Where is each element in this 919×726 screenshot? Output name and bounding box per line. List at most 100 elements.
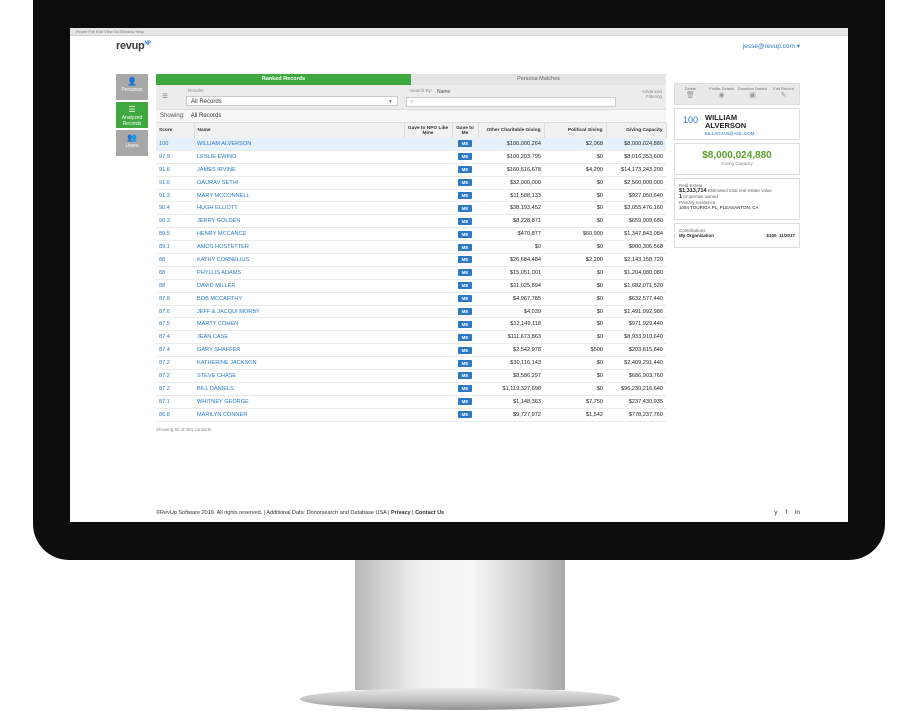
table-row[interactable]: 87.6 JEFF & JACQUI MORBY ME $4,039 $0 $1,491,… xyxy=(156,305,666,319)
cell-score: 87.6 xyxy=(156,305,194,319)
table-row[interactable]: 88 PHYLLIS ADAMS ME $15,051,001 $0 $1,204,080… xyxy=(156,266,666,280)
table-row[interactable]: 91.3 MARY MCCONNELL ME $11,588,133 $0 $927,05… xyxy=(156,189,666,203)
cell-name[interactable]: HENRY MCCANCE xyxy=(194,227,404,242)
menu-icon[interactable]: ≡ xyxy=(162,91,174,103)
sidebar-item-analyzed-records[interactable]: ☰ Analyzed Records xyxy=(116,102,148,128)
cell-name[interactable]: DAVID MILLER xyxy=(194,279,404,293)
contact-email[interactable]: BILLANJAN@AOL.COM xyxy=(705,131,754,136)
cell-name[interactable]: WHITNEY GEORGE xyxy=(194,395,404,409)
contact-us-link[interactable]: Contact Us xyxy=(415,510,444,516)
cell-gave-me: ME xyxy=(452,292,478,306)
tab-ranked-records[interactable]: Ranked Records xyxy=(156,74,411,85)
cell-giving-capacity: $927,050,640 xyxy=(606,189,666,203)
table-row[interactable]: 89.5 HENRY MCCANCE ME $470,877 $60,900 $1,347… xyxy=(156,227,666,242)
cell-name[interactable]: GARY SHAFFER xyxy=(194,343,404,358)
advanced-filtering-button[interactable]: Advanced Filtering xyxy=(640,89,662,99)
cell-giving-capacity: $632,577,440 xyxy=(606,292,666,306)
column-header-score[interactable]: Score xyxy=(156,123,195,138)
table-row[interactable]: 87.2 KATHERINE JACKSON ME $30,116,143 $0 $2,4… xyxy=(156,356,666,371)
cell-name[interactable]: BILL DANIELS xyxy=(194,382,404,396)
column-header-political-giving[interactable]: Political Giving xyxy=(544,123,607,138)
cell-name[interactable]: STEVE CHASE xyxy=(194,369,404,383)
social-links[interactable]: y f in xyxy=(774,509,800,516)
table-row[interactable]: 87.1 WHITNEY GEORGE ME $1,148,363 $7,750 $237… xyxy=(156,395,666,409)
cell-other-giving: $15,051,001 xyxy=(478,266,544,280)
gave-to-me-badge: ME xyxy=(457,179,473,187)
table-row[interactable]: 88 DAVID MILLER ME $11,025,894 $0 $1,682,071,… xyxy=(156,279,666,293)
cell-name[interactable]: MARY MCCONNELL xyxy=(194,189,404,203)
column-header-name[interactable]: Name xyxy=(194,123,405,138)
cell-gave-me: ME xyxy=(452,317,478,332)
cell-name[interactable]: MARTY COHEN xyxy=(194,317,404,332)
cell-name[interactable]: LESLIE EWING xyxy=(194,150,404,164)
results-select[interactable]: All Records ▼ xyxy=(186,96,398,106)
tab-persona-matches[interactable]: Persona Matches xyxy=(411,74,666,85)
table-row[interactable]: 90.4 HUGH ELLIOTT ME $38,193,452 $0 $3,055,47… xyxy=(156,201,666,216)
cell-name[interactable]: PHYLLIS ADAMS xyxy=(194,266,404,280)
cell-score: 88 xyxy=(156,253,194,267)
sidebar-item-users[interactable]: 👥 Users xyxy=(116,130,148,156)
cell-name[interactable]: JEAN CASE xyxy=(194,330,404,345)
gave-to-me-badge: ME xyxy=(457,166,473,174)
cell-giving-capacity: $1,491,992,986 xyxy=(606,305,666,319)
table-row[interactable]: 97.9 LESLIE EWING ME $100,203,795 $0 $8,016,3… xyxy=(156,150,666,164)
search-input[interactable]: ⌕ xyxy=(406,97,616,107)
privacy-link[interactable]: Privacy xyxy=(391,510,411,516)
cell-score: 87.2 xyxy=(156,382,194,396)
cell-political-giving: $0 xyxy=(544,356,606,371)
cell-name[interactable]: JAMES IRVINE xyxy=(194,163,404,177)
delete-button[interactable]: Delete 🗑 xyxy=(675,84,706,104)
table-body: 100 WILLIAM ALVERSON ME $100,000,264 $2,068 $… xyxy=(156,138,666,422)
table-row[interactable]: 100 WILLIAM ALVERSON ME $100,000,264 $2,068 $… xyxy=(156,138,666,151)
cell-political-giving: $0 xyxy=(544,369,606,383)
cell-name[interactable]: MARILYN CONNER xyxy=(194,408,404,422)
contact-name: WILLIAM ALVERSON xyxy=(705,113,747,130)
cell-name[interactable]: KATHERINE JACKSON xyxy=(194,356,404,371)
cell-name[interactable]: BOB MCCARTHY xyxy=(194,292,404,306)
cell-gave-npo xyxy=(404,330,452,345)
cell-political-giving: $500 xyxy=(544,343,606,358)
cell-name[interactable]: HUGH ELLIOTT xyxy=(194,201,404,216)
cell-name[interactable]: GAURAV SETHI xyxy=(194,176,404,190)
column-header-giving-capacity[interactable]: Giving Capacity xyxy=(606,123,667,138)
column-header-other-giving[interactable]: Other Charitable Giving xyxy=(478,123,545,138)
cell-gave-npo xyxy=(404,201,452,216)
table-row[interactable]: 87.2 STEVE CHASE ME $8,586,297 $0 $686,903,76… xyxy=(156,369,666,383)
cell-score: 88 xyxy=(156,279,194,293)
column-header-gave-me[interactable]: Gave to Me xyxy=(452,123,479,138)
screen: Finder File Edit View Go Window Help rev… xyxy=(70,28,848,522)
revup-logo[interactable]: revupNP xyxy=(116,40,151,52)
profile-details-button[interactable]: Profile Details ◉ xyxy=(706,84,737,104)
properties-desc: properties owned xyxy=(683,194,718,199)
cell-name[interactable]: JEFF & JACQUI MORBY xyxy=(194,305,404,319)
donation-details-button[interactable]: Donation Details ▣ xyxy=(737,84,768,104)
table-row[interactable]: 87.5 MARTY COHEN ME $12,149,118 $0 $971,929,4… xyxy=(156,317,666,332)
cell-name[interactable]: AMOS HOSTETTER xyxy=(194,240,404,255)
user-menu[interactable]: jesse@revup.com ▾ xyxy=(743,42,800,50)
cell-giving-capacity: $96,230,216,640 xyxy=(606,382,666,396)
detail-panel: Delete 🗑 Profile Details ◉ Donation Detail… xyxy=(674,83,800,248)
table-row[interactable]: 90.3 JERRY GOLDEN ME $8,228,871 $0 $659,909,6… xyxy=(156,214,666,229)
detail-toolbar: Delete 🗑 Profile Details ◉ Donation Detail… xyxy=(674,83,800,105)
table-row[interactable]: 91.6 GAURAV SETHI ME $32,000,000 $0 $2,560,00… xyxy=(156,176,666,190)
search-by-select[interactable]: Name xyxy=(437,89,450,95)
cell-name[interactable]: WILLIAM ALVERSON xyxy=(194,138,404,151)
column-header-gave-npo[interactable]: Gave to NPO Like Mine xyxy=(404,123,453,138)
cell-gave-npo xyxy=(404,138,452,151)
table-row[interactable]: 87.2 BILL DANIELS ME $1,119,327,698 $0 $96,23… xyxy=(156,382,666,396)
sidebar-item-personas[interactable]: 👤 Personas xyxy=(116,74,148,100)
table-row[interactable]: 89.1 AMOS HOSTETTER ME $0 $0 $900,306,568 xyxy=(156,240,666,255)
cell-name[interactable]: JERRY GOLDEN xyxy=(194,214,404,229)
cell-gave-npo xyxy=(404,227,452,242)
cell-name[interactable]: KATHY CORNELIUS xyxy=(194,253,404,267)
cell-giving-capacity: $2,409,291,440 xyxy=(606,356,666,371)
table-row[interactable]: 86.8 MARILYN CONNER ME $9,727,972 $1,542 $778… xyxy=(156,408,666,422)
edit-record-button[interactable]: Edit Record ✎ xyxy=(768,84,799,104)
table-row[interactable]: 91.6 JAMES IRVINE ME $160,616,678 $4,200 $14,… xyxy=(156,163,666,177)
table-row[interactable]: 87.4 JEAN CASE ME $111,673,863 $0 $8,933,910,… xyxy=(156,330,666,345)
cell-gave-me: ME xyxy=(452,305,478,319)
cell-gave-me: ME xyxy=(452,240,478,255)
table-row[interactable]: 87.4 GARY SHAFFER ME $2,542,978 $500 $203,615… xyxy=(156,343,666,358)
table-row[interactable]: 88 KATHY CORNELIUS ME $26,684,484 $2,200 $2,1… xyxy=(156,253,666,267)
table-row[interactable]: 87.8 BOB MCCARTHY ME $4,967,785 $0 $632,577,4… xyxy=(156,292,666,306)
